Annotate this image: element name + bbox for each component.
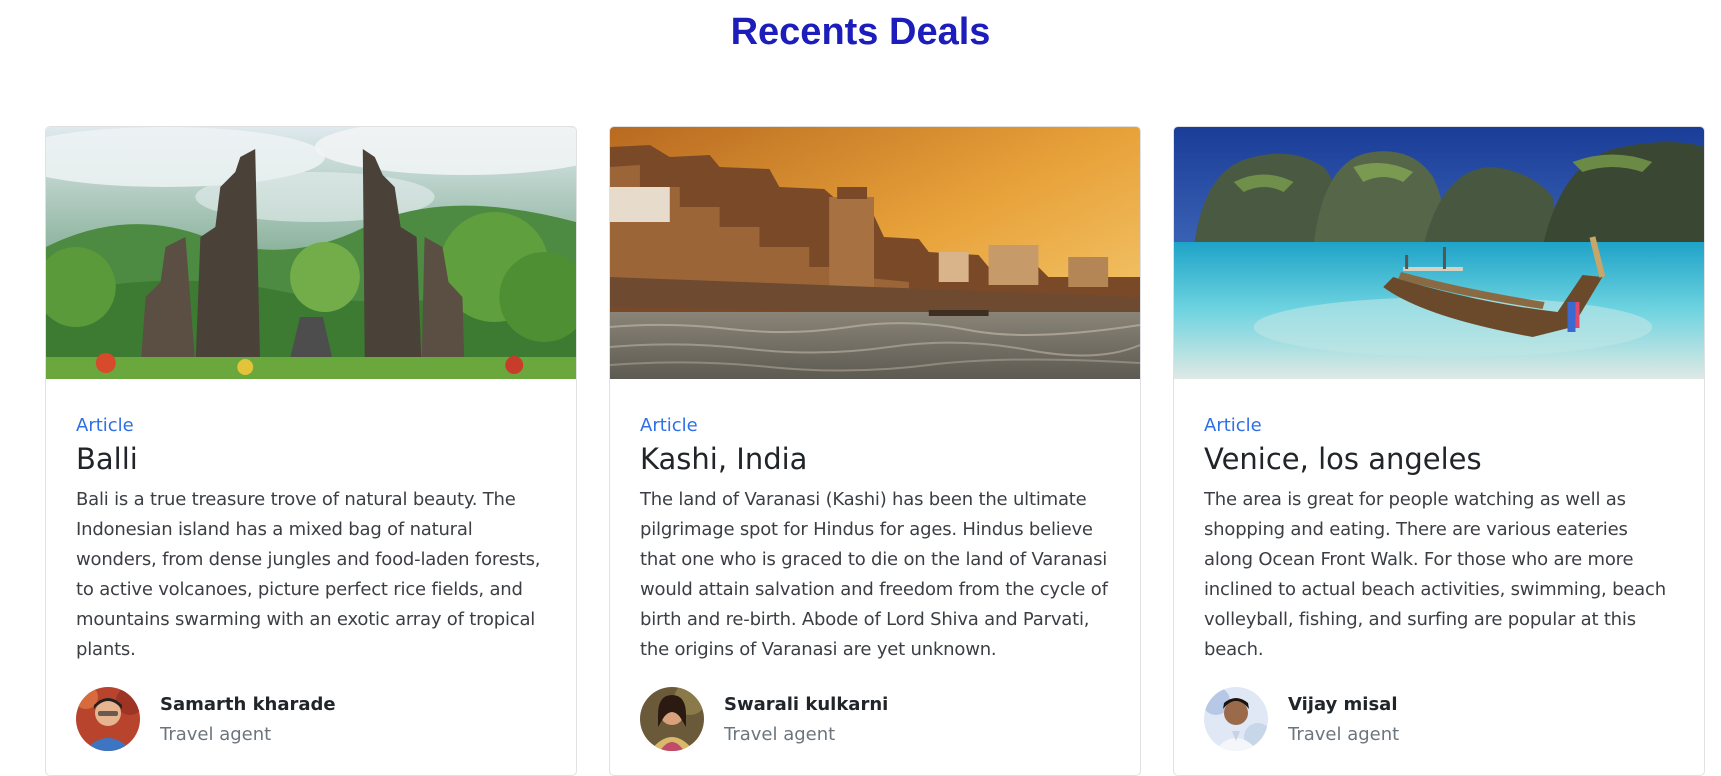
deal-card-venice[interactable]: Article Venice, los angeles The area is … [1173,126,1705,776]
author-info: Samarth kharade Travel agent [76,687,536,751]
author-name: Samarth kharade [160,694,336,715]
author-name: Vijay misal [1288,694,1398,715]
card-description: Bali is a true treasure trove of natural… [76,489,541,660]
avatar [640,687,704,751]
card-description: The land of Varanasi (Kashi) has been th… [640,489,1108,660]
article-tag[interactable]: Article [1204,414,1262,438]
beach-longtail-boat-image [1174,127,1704,379]
card-title[interactable]: Balli [76,441,138,477]
article-tag[interactable]: Article [640,414,698,438]
section-heading: Recents Deals [730,11,991,53]
author-info: Swarali kulkarni Travel agent [640,687,1100,751]
author-role: Travel agent [724,724,836,745]
author-role: Travel agent [160,724,272,745]
bali-temple-gate-image [46,127,576,379]
author-role: Travel agent [1288,724,1400,745]
article-tag[interactable]: Article [76,414,134,438]
deal-card-kashi[interactable]: Article Kashi, India The land of Varanas… [609,126,1141,776]
card-title[interactable]: Venice, los angeles [1204,441,1482,477]
author-name: Swarali kulkarni [724,694,889,715]
avatar [76,687,140,751]
varanasi-ghats-image [610,127,1140,379]
card-title[interactable]: Kashi, India [640,441,807,477]
author-info: Vijay misal Travel agent [1204,687,1664,751]
card-description: The area is great for people watching as… [1204,489,1666,660]
deal-card-balli[interactable]: Article Balli Bali is a true treasure tr… [45,126,577,776]
avatar [1204,687,1268,751]
